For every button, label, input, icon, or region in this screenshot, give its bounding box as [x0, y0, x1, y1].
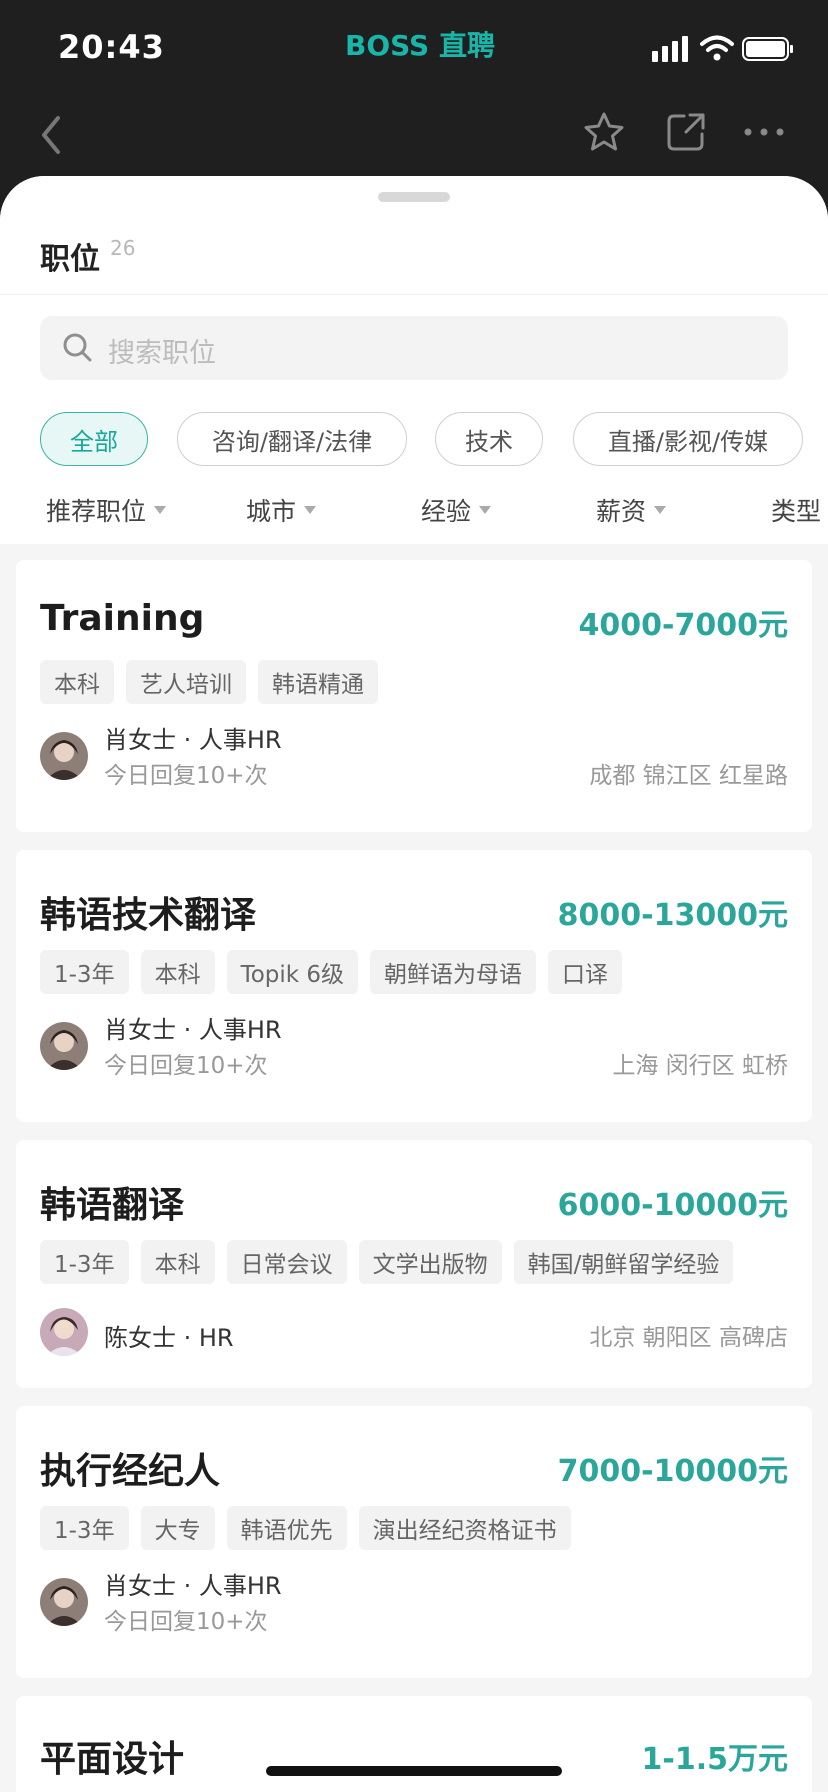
- filter-label: 推荐职位: [46, 497, 147, 526]
- filter-salary[interactable]: 薪资: [596, 492, 667, 528]
- chip-all[interactable]: 全部: [40, 412, 148, 466]
- job-title: 韩语技术翻译: [40, 895, 257, 936]
- star-icon[interactable]: [582, 110, 626, 154]
- job-list-sheet: 职位 26 搜索职位 全部 咨询/翻译/法律 技术 直播/影视/传媒 推荐职位 …: [0, 176, 828, 1792]
- job-tag: 日常会议: [226, 1240, 347, 1284]
- job-salary: 6000-10000元: [557, 1188, 788, 1223]
- nav-bar: [0, 100, 828, 180]
- job-salary: 1-1.5万元: [641, 1742, 788, 1777]
- back-icon[interactable]: [36, 112, 66, 158]
- job-tag: 韩语优先: [226, 1506, 347, 1550]
- job-salary: 8000-13000元: [557, 898, 788, 933]
- job-tag: 本科: [140, 950, 215, 994]
- search-icon: [63, 333, 92, 362]
- status-time: 20:43: [58, 28, 165, 66]
- avatar: [40, 1022, 88, 1070]
- avatar: [40, 1308, 88, 1356]
- job-card[interactable]: 平面设计 1-1.5万元: [16, 1696, 812, 1792]
- app-screen: 20:43 BOSS 直聘 职位 26 搜索职位 全部 咨询/翻译/法律 技术 …: [0, 0, 828, 1792]
- chip-media[interactable]: 直播/影视/传媒: [573, 412, 803, 466]
- job-tag: 艺人培训: [126, 660, 246, 704]
- sheet-header: 职位 26 搜索职位 全部 咨询/翻译/法律 技术 直播/影视/传媒 推荐职位 …: [0, 176, 828, 544]
- job-tag: 韩国/朝鲜留学经验: [513, 1240, 734, 1284]
- wifi-icon: [700, 35, 734, 61]
- hr-reply-rate: 今日回复10+次: [104, 763, 268, 789]
- filter-label: 城市: [246, 497, 297, 526]
- avatar: [40, 732, 88, 780]
- section-title: 职位: [40, 242, 100, 277]
- sheet-grabber[interactable]: [378, 192, 450, 202]
- chip-tech[interactable]: 技术: [435, 412, 543, 466]
- section-count: 26: [110, 236, 136, 260]
- job-title: 执行经纪人: [40, 1451, 221, 1492]
- job-tag: 演出经纪资格证书: [358, 1506, 571, 1550]
- job-card[interactable]: 韩语技术翻译 8000-13000元 1-3年 本科 Topik 6级 朝鲜语为…: [16, 850, 812, 1122]
- hr-name: 陈女士 · HR: [104, 1324, 234, 1352]
- battery-icon: [742, 37, 793, 61]
- job-salary: 7000-10000元: [557, 1454, 788, 1489]
- signal-icon: [652, 36, 688, 62]
- caret-down-icon: [154, 506, 167, 514]
- hr-name: 肖女士 · 人事HR: [104, 726, 282, 754]
- filter-label: 经验: [421, 497, 472, 526]
- tag-row: 1-3年 大专 韩语优先 演出经纪资格证书: [40, 1506, 571, 1550]
- home-indicator: [266, 1766, 562, 1776]
- job-card[interactable]: 执行经纪人 7000-10000元 1-3年 大专 韩语优先 演出经纪资格证书 …: [16, 1406, 812, 1678]
- tag-row: 1-3年 本科 Topik 6级 朝鲜语为母语 口译: [40, 950, 623, 994]
- job-tag: 大专: [140, 1506, 215, 1550]
- hr-reply-rate: 今日回复10+次: [104, 1053, 268, 1079]
- job-tag: 1-3年: [40, 1506, 129, 1550]
- job-tag: 1-3年: [40, 950, 129, 994]
- caret-down-icon: [479, 506, 492, 514]
- job-tag: 1-3年: [40, 1240, 129, 1284]
- search-input[interactable]: 搜索职位: [40, 316, 788, 380]
- caret-down-icon: [304, 506, 317, 514]
- filter-label: 薪资: [596, 497, 647, 526]
- job-title: Training: [40, 598, 205, 639]
- filter-label: 类型: [771, 497, 822, 526]
- filter-recommended[interactable]: 推荐职位: [46, 492, 167, 528]
- job-salary: 4000-7000元: [578, 608, 788, 643]
- hr-reply-rate: 今日回复10+次: [104, 1609, 268, 1635]
- avatar: [40, 1578, 88, 1626]
- status-bar: 20:43 BOSS 直聘: [0, 0, 828, 100]
- job-location: 上海 闵行区 虹桥: [612, 1053, 788, 1079]
- job-tag: 文学出版物: [358, 1240, 502, 1284]
- more-icon[interactable]: [742, 120, 786, 144]
- app-brand: BOSS 直聘: [345, 29, 495, 62]
- hr-name: 肖女士 · 人事HR: [104, 1016, 282, 1044]
- tag-row: 本科 艺人培训 韩语精通: [40, 660, 378, 704]
- job-title: 平面设计: [40, 1739, 185, 1780]
- job-tag: Topik 6级: [226, 950, 359, 994]
- share-icon[interactable]: [664, 110, 708, 154]
- divider: [0, 294, 828, 295]
- chip-consulting[interactable]: 咨询/翻译/法律: [177, 412, 407, 466]
- job-card[interactable]: 韩语翻译 6000-10000元 1-3年 本科 日常会议 文学出版物 韩国/朝…: [16, 1140, 812, 1388]
- job-tag: 朝鲜语为母语: [370, 950, 537, 994]
- job-location: 成都 锦江区 红星路: [589, 763, 788, 789]
- hr-name: 肖女士 · 人事HR: [104, 1572, 282, 1600]
- job-tag: 口译: [548, 950, 623, 994]
- job-title: 韩语翻译: [40, 1185, 185, 1226]
- filter-city[interactable]: 城市: [246, 492, 317, 528]
- search-placeholder: 搜索职位: [108, 338, 216, 369]
- filter-experience[interactable]: 经验: [421, 492, 492, 528]
- filter-type[interactable]: 类型: [771, 492, 821, 528]
- job-card[interactable]: Training 4000-7000元 本科 艺人培训 韩语精通 肖女士 · 人…: [16, 560, 812, 832]
- job-location: 北京 朝阳区 高碑店: [589, 1325, 788, 1351]
- tag-row: 1-3年 本科 日常会议 文学出版物 韩国/朝鲜留学经验: [40, 1240, 734, 1284]
- job-tag: 本科: [40, 660, 114, 704]
- caret-down-icon: [654, 506, 667, 514]
- job-tag: 韩语精通: [258, 660, 378, 704]
- job-tag: 本科: [140, 1240, 215, 1284]
